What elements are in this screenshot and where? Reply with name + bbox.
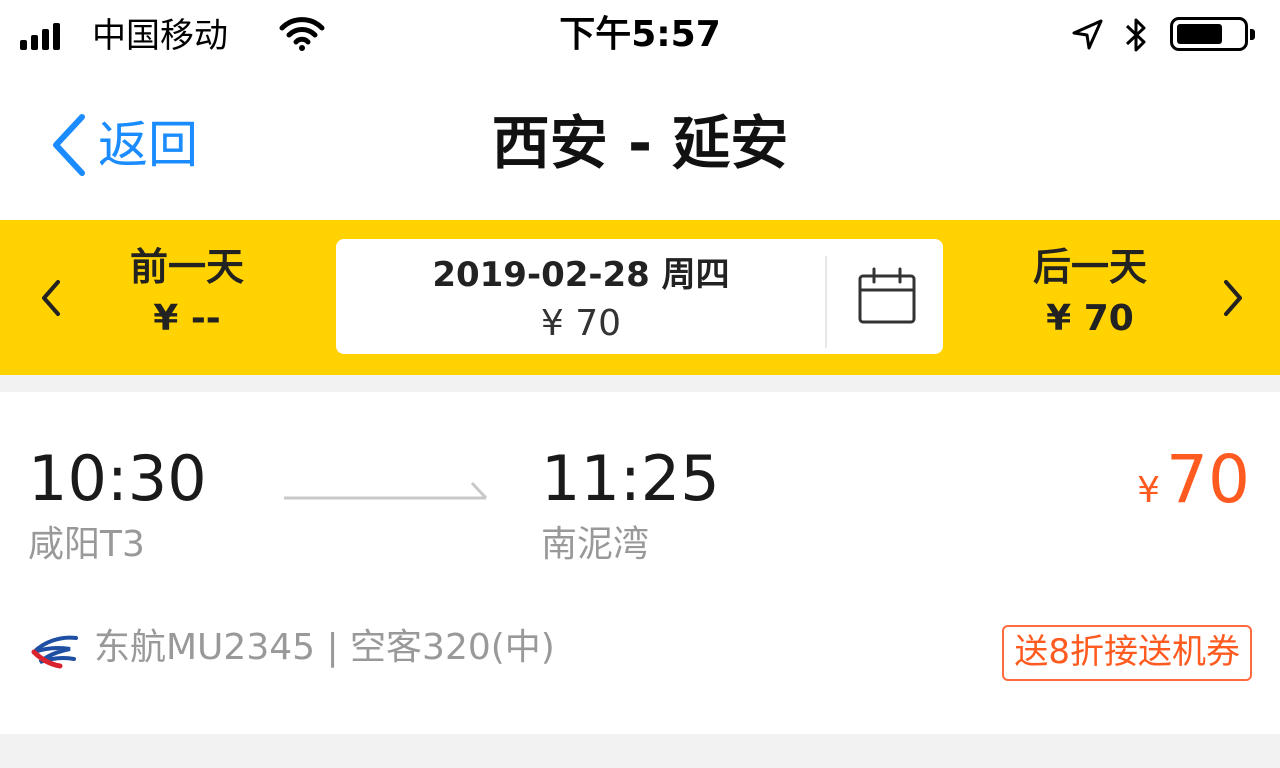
section-gap [0,375,1280,392]
bluetooth-icon [1125,18,1146,52]
arrival-time: 11:25 [541,442,720,515]
current-date: 2019-02-28 周四 [432,255,730,295]
calendar-icon[interactable] [856,266,918,328]
route-arrow-icon [284,481,488,500]
page-title: 西安 - 延安 [491,109,789,177]
arrival-airport: 南泥湾 [541,524,650,565]
current-date-button[interactable]: 2019-02-28 周四 ¥ 70 [336,251,826,349]
date-selector-bar: 前一天 ¥ -- 2019-02-28 周四 ¥ 70 后一天 ¥ 70 [0,220,1280,375]
previous-day-button[interactable]: 前一天 ¥ -- [82,242,292,346]
divider [825,256,827,348]
navigation-bar: 返回 西安 - 延安 [0,72,1280,220]
flight-card[interactable]: 10:30 咸阳T3 11:25 南泥湾 ¥ 70 东航MU2345 | 空客3… [0,392,1280,734]
departure-time: 10:30 [28,442,207,515]
promo-badge: 送8折接送机券 [1002,625,1252,681]
next-day-price: ¥ 70 [1046,298,1134,339]
departure-airport: 咸阳T3 [28,524,145,565]
airline-logo-icon [31,635,78,669]
current-date-box: 2019-02-28 周四 ¥ 70 [336,239,943,354]
next-day-label: 后一天 [1032,245,1147,289]
battery-icon [1170,17,1255,51]
previous-day-price: ¥ -- [153,298,221,339]
previous-day-label: 前一天 [129,245,244,289]
price-currency: ¥ [1137,470,1161,511]
chevron-left-icon[interactable] [36,274,66,322]
status-bar: 中国移动 下午5:57 [0,0,1280,72]
price-amount: 70 [1166,441,1250,518]
section-gap [0,734,1280,768]
next-day-button[interactable]: 后一天 ¥ 70 [985,242,1195,346]
flight-price: ¥ 70 [1137,440,1250,520]
current-date-price: ¥ 70 [540,303,622,344]
location-arrow-icon [1072,19,1103,50]
chevron-right-icon[interactable] [1218,274,1248,322]
flight-info: 东航MU2345 | 空客320(中) [94,627,555,668]
